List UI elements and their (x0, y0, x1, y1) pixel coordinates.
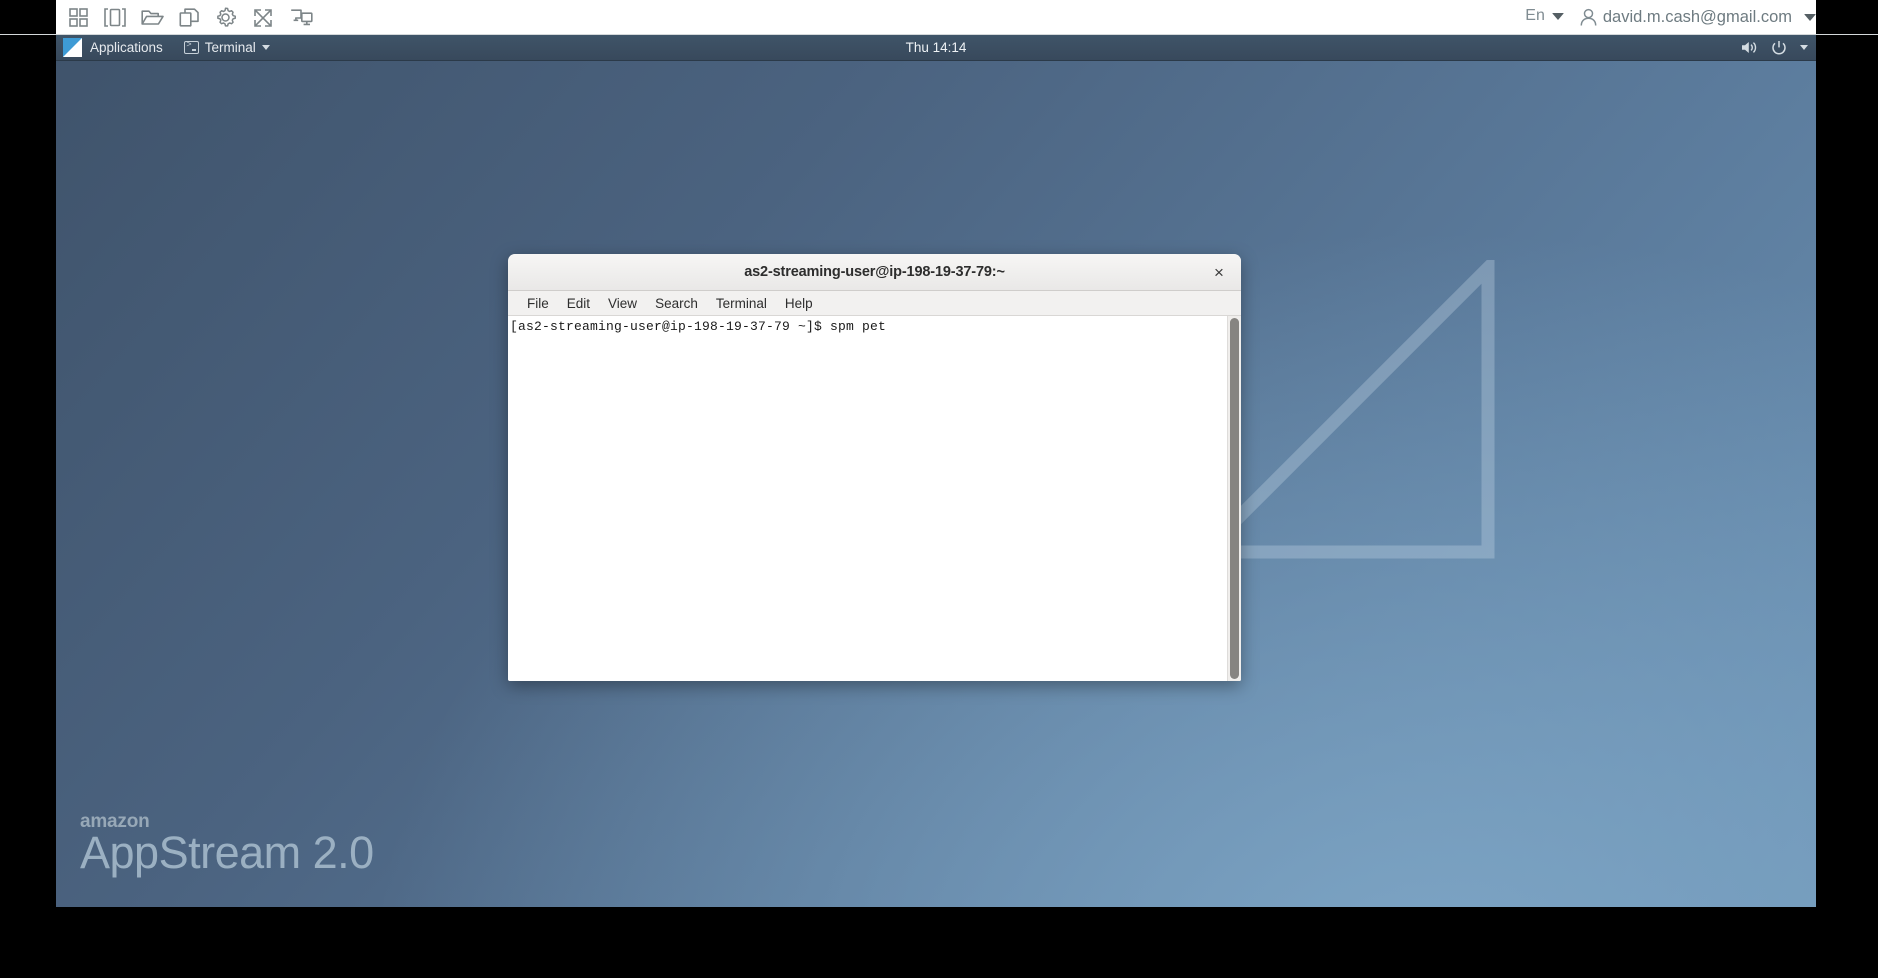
appstream-toolbar: En david.m.cash@gmail.com (0, 0, 1878, 35)
toolbar-right-group: En david.m.cash@gmail.com (1525, 0, 1816, 34)
language-selector[interactable]: En (1525, 7, 1578, 25)
taskbar-item-terminal[interactable]: Terminal (177, 38, 277, 57)
remote-desktop[interactable]: amazon AppStream 2.0 Applications Termin… (56, 35, 1816, 907)
terminal-title-label: as2-streaming-user@ip-198-19-37-79:~ (744, 264, 1005, 280)
terminal-body[interactable]: [as2-streaming-user@ip-198-19-37-79 ~]$ … (508, 316, 1241, 681)
applications-menu-button[interactable]: Applications (56, 35, 173, 61)
volume-icon[interactable] (1741, 40, 1758, 55)
terminal-icon (183, 40, 199, 54)
user-account-menu[interactable]: david.m.cash@gmail.com (1578, 7, 1816, 28)
menu-item-search[interactable]: Search (646, 294, 707, 313)
toolbar-left-spacer (0, 0, 56, 34)
terminal-titlebar[interactable]: as2-streaming-user@ip-198-19-37-79:~ × (508, 254, 1241, 291)
wallpaper-triangle-decoration (1196, 260, 1495, 559)
multi-monitor-icon[interactable] (289, 6, 313, 29)
chevron-down-icon (1551, 12, 1564, 20)
appstream-session: En david.m.cash@gmail.com amazon AppStre… (0, 0, 1878, 978)
folder-open-icon[interactable] (140, 6, 164, 29)
panel-system-tray (1741, 40, 1808, 56)
terminal-menubar: File Edit View Search Terminal Help (508, 291, 1241, 316)
distro-logo-icon (63, 38, 82, 57)
appstream-branding: amazon AppStream 2.0 (80, 811, 374, 879)
panel-menu-chevron-icon[interactable] (1800, 45, 1808, 50)
brand-product: AppStream 2.0 (80, 827, 374, 879)
grid-apps-icon[interactable] (66, 6, 90, 29)
xfce-panel: Applications Terminal Thu 14:14 (56, 35, 1816, 61)
user-email-label: david.m.cash@gmail.com (1602, 7, 1792, 26)
window-switch-icon[interactable] (103, 6, 127, 29)
close-icon[interactable]: × (1209, 262, 1229, 282)
menu-item-view[interactable]: View (599, 294, 646, 313)
fullscreen-icon[interactable] (251, 6, 275, 29)
menu-item-terminal[interactable]: Terminal (707, 294, 776, 313)
terminal-output[interactable]: [as2-streaming-user@ip-198-19-37-79 ~]$ … (508, 316, 1227, 681)
language-label: En (1525, 7, 1545, 24)
menu-item-edit[interactable]: Edit (558, 294, 599, 313)
terminal-scrollbar[interactable] (1227, 316, 1241, 681)
applications-menu-label: Applications (90, 40, 163, 55)
terminal-scrollbar-thumb[interactable] (1230, 318, 1239, 679)
panel-clock: Thu 14:14 (905, 40, 967, 55)
taskbar-item-label: Terminal (204, 40, 256, 55)
chevron-down-icon (1804, 13, 1816, 21)
copy-paste-icon[interactable] (177, 6, 201, 29)
terminal-window[interactable]: as2-streaming-user@ip-198-19-37-79:~ × F… (508, 254, 1241, 681)
menu-item-file[interactable]: File (518, 294, 558, 313)
user-avatar-icon (1578, 7, 1599, 28)
menu-item-help[interactable]: Help (776, 294, 822, 313)
power-icon[interactable] (1771, 40, 1787, 56)
gear-icon[interactable] (213, 6, 237, 29)
chevron-down-icon (261, 45, 270, 50)
toolbar-right-spacer (1816, 0, 1878, 34)
